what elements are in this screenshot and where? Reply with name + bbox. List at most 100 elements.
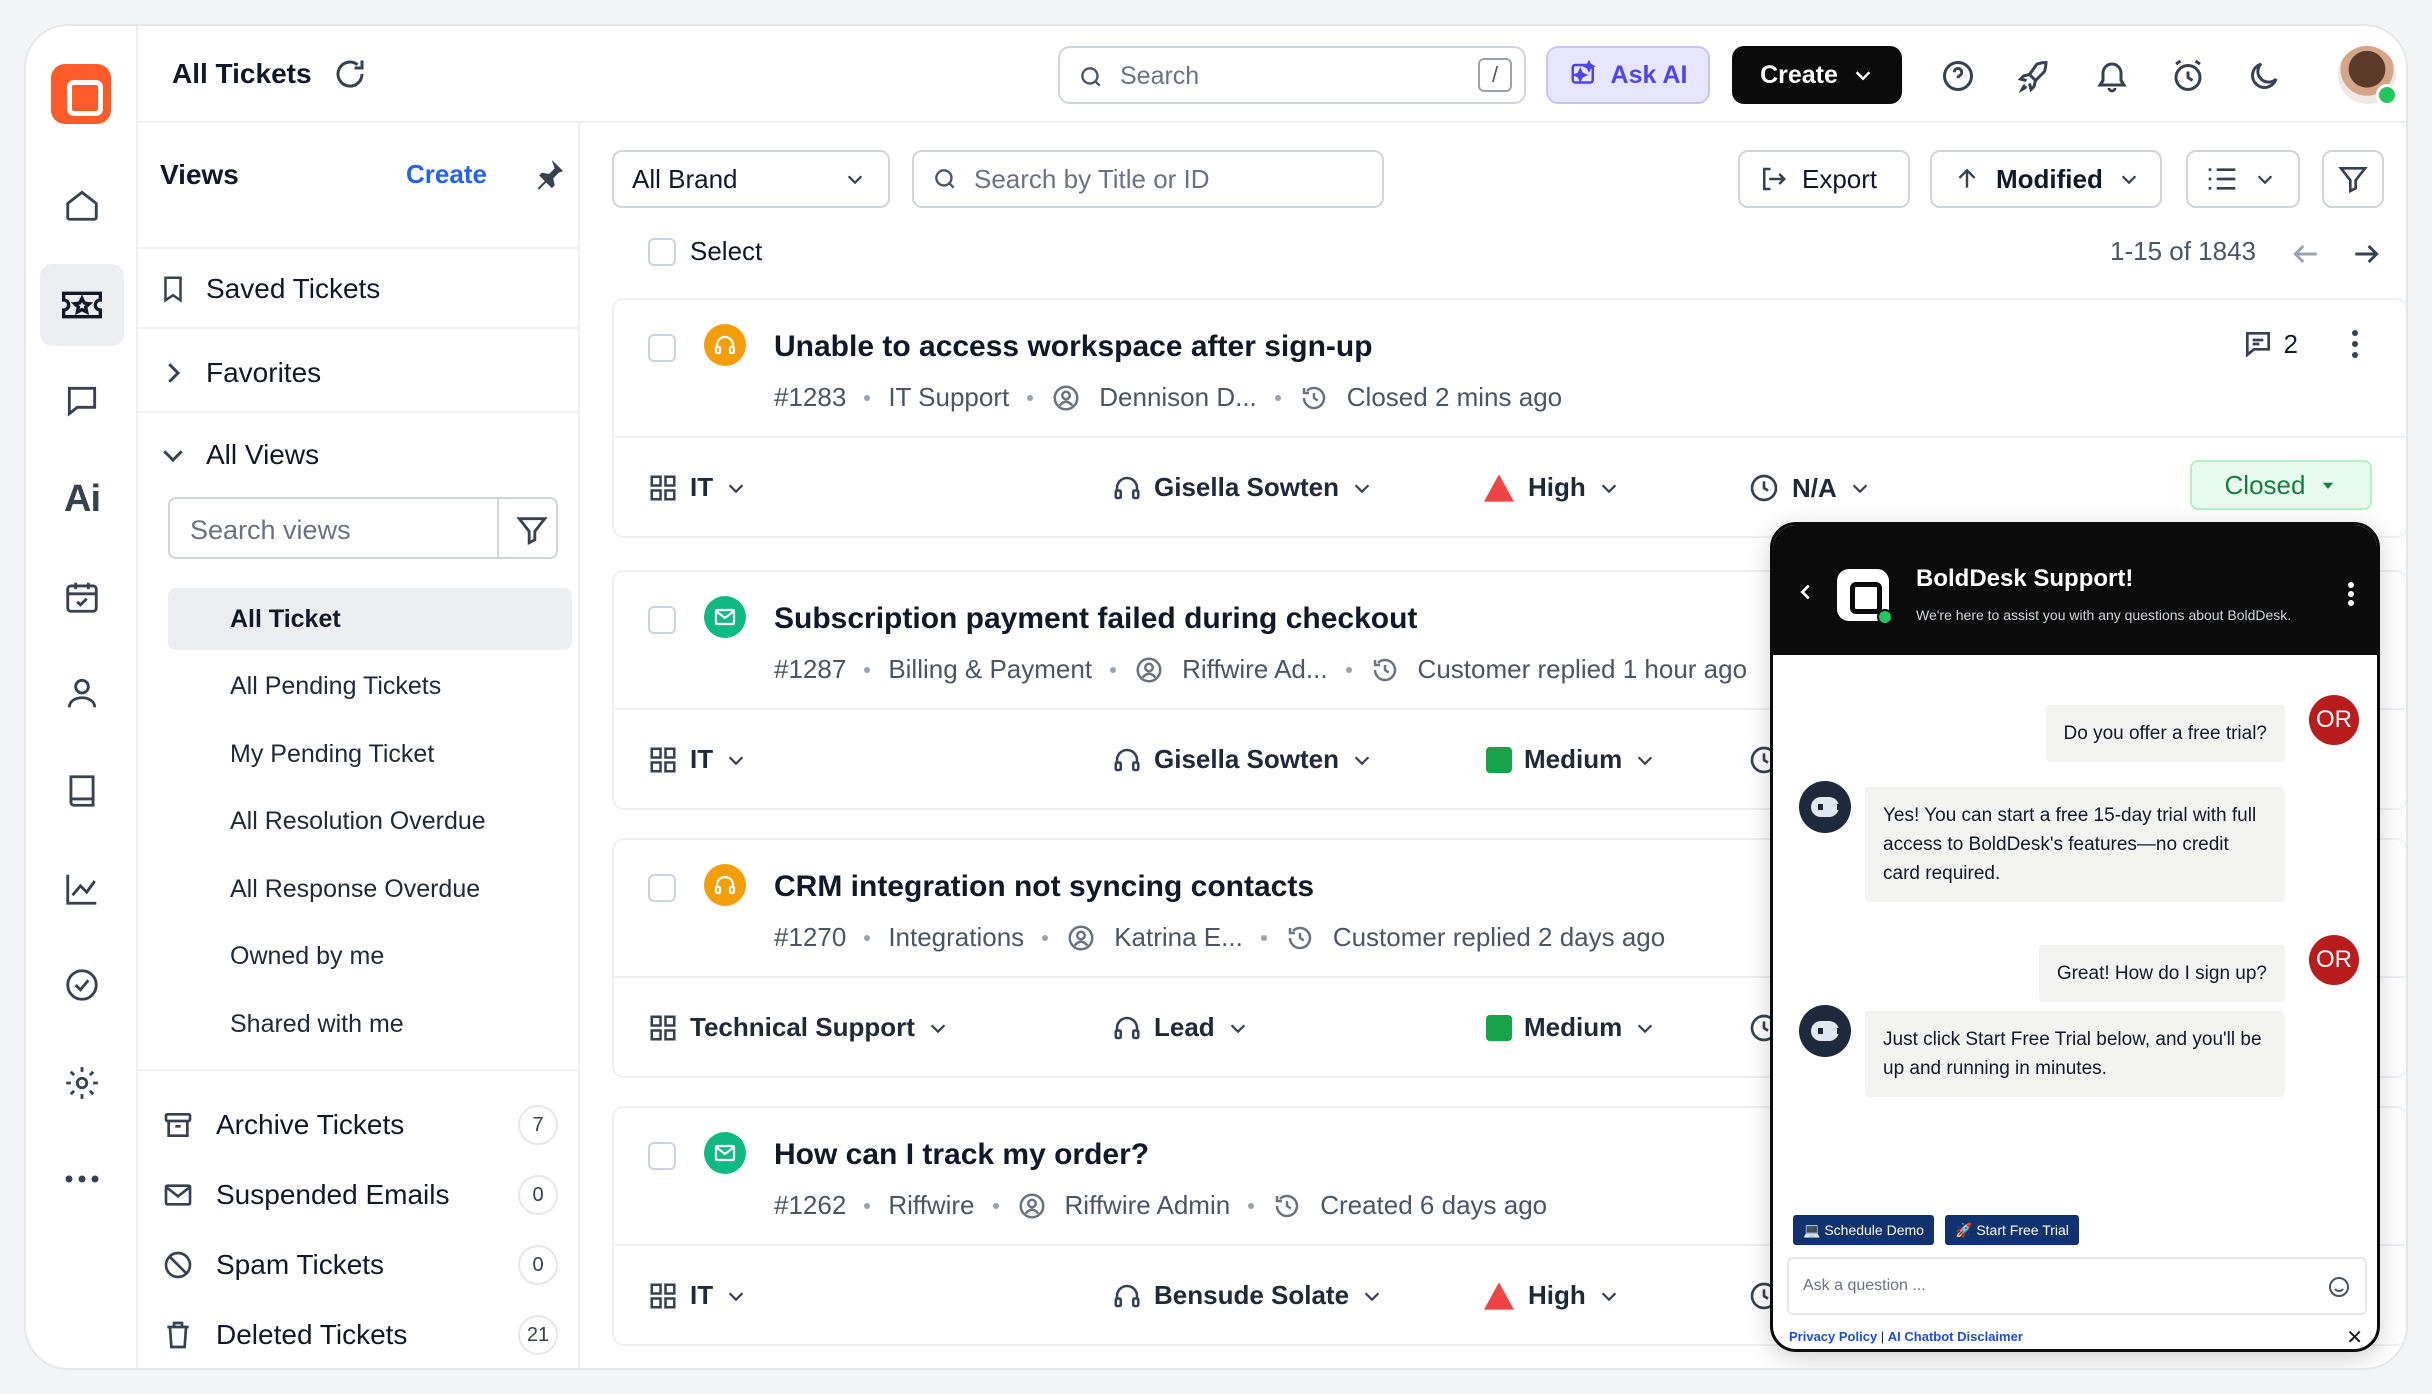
ticket-title[interactable]: Unable to access workspace after sign-up: [774, 330, 1373, 364]
app-window: Ai All Tickets Search / Ask AI Create Vi…: [24, 24, 2408, 1370]
view-item[interactable]: All Resolution Overdue: [168, 790, 572, 852]
ticket-title[interactable]: Subscription payment failed during check…: [774, 602, 1417, 636]
group-select[interactable]: IT: [648, 1280, 747, 1311]
check-circle-icon[interactable]: [40, 944, 124, 1026]
bolddesk-logo[interactable]: [51, 64, 111, 124]
ticket-checkbox[interactable]: [648, 606, 676, 634]
ticket-title[interactable]: How can I track my order?: [774, 1138, 1149, 1172]
select-all-checkbox[interactable]: [648, 238, 676, 266]
prev-page-icon[interactable]: [2290, 238, 2322, 270]
count-badge: 0: [518, 1175, 558, 1215]
view-item[interactable]: Owned by me: [168, 925, 572, 987]
group-select[interactable]: Technical Support: [648, 1012, 949, 1043]
view-item[interactable]: All Ticket: [168, 588, 572, 650]
agent-select[interactable]: Lead: [1112, 1012, 1249, 1043]
group-select[interactable]: IT: [648, 472, 747, 503]
agent-select[interactable]: Gisella Sowten: [1112, 744, 1373, 775]
ticket-contact[interactable]: Riffwire Admin: [1065, 1190, 1231, 1221]
suspended-emails-item[interactable]: Suspended Emails 0: [162, 1173, 558, 1217]
dark-mode-moon-icon[interactable]: [2246, 58, 2282, 94]
contacts-icon[interactable]: [40, 652, 124, 734]
priority-high-icon: [1484, 473, 1514, 502]
group-select[interactable]: IT: [648, 744, 747, 775]
chat-icon[interactable]: [40, 360, 124, 442]
view-item[interactable]: All Pending Tickets: [168, 655, 572, 717]
settings-gear-icon[interactable]: [40, 1042, 124, 1124]
back-chevron-icon[interactable]: [1795, 581, 1817, 603]
privacy-policy-link[interactable]: Privacy Policy: [1789, 1329, 1877, 1344]
more-icon[interactable]: [40, 1138, 124, 1220]
ticket-contact[interactable]: Riffwire Ad...: [1182, 654, 1327, 685]
agent-select[interactable]: Gisella Sowten: [1112, 472, 1373, 503]
suspended-emails-label: Suspended Emails: [216, 1179, 450, 1210]
create-button[interactable]: Create: [1732, 46, 1902, 104]
agent-select[interactable]: Bensude Solate: [1112, 1280, 1383, 1311]
view-item[interactable]: Shared with me: [168, 993, 572, 1055]
search-views-input[interactable]: Search views: [168, 497, 558, 559]
deleted-tickets-item[interactable]: Deleted Tickets 21: [162, 1313, 558, 1357]
comment-count[interactable]: 2: [2242, 328, 2298, 360]
chevron-down-icon: [1852, 484, 1867, 494]
sort-select[interactable]: Modified: [1930, 150, 2162, 208]
knowledge-base-icon[interactable]: [40, 750, 124, 832]
search-views-placeholder: Search views: [190, 515, 351, 545]
ticket-activity: Customer replied 1 hour ago: [1417, 654, 1748, 684]
ticket-id: #1287: [774, 654, 847, 684]
more-vertical-icon[interactable]: [2350, 328, 2360, 360]
refresh-icon[interactable]: [332, 56, 368, 92]
help-icon[interactable]: [1940, 58, 1976, 94]
priority-select[interactable]: Medium: [1486, 1012, 1656, 1043]
all-views-item[interactable]: All Views: [158, 439, 319, 471]
ticket-title[interactable]: CRM integration not syncing contacts: [774, 870, 1314, 904]
ticket-card[interactable]: Unable to access workspace after sign-up…: [612, 298, 2406, 538]
sla-select[interactable]: N/A: [1748, 472, 1871, 504]
global-search-input[interactable]: Search /: [1058, 46, 1526, 104]
brand-select[interactable]: All Brand: [612, 150, 890, 208]
create-view-link[interactable]: Create: [406, 159, 487, 190]
schedule-demo-button[interactable]: 💻 Schedule Demo: [1793, 1215, 1934, 1245]
priority-select[interactable]: High: [1482, 472, 1620, 503]
tickets-icon[interactable]: [40, 264, 124, 346]
user-message: Great! How do I sign up?: [2038, 945, 2285, 1002]
priority-select[interactable]: Medium: [1486, 744, 1656, 775]
ask-ai-button[interactable]: Ask AI: [1546, 46, 1710, 104]
ticket-search-placeholder: Search by Title or ID: [974, 163, 1210, 194]
saved-tickets-item[interactable]: Saved Tickets: [158, 273, 380, 305]
chevron-down-icon: [2121, 175, 2137, 185]
ticket-checkbox[interactable]: [648, 1142, 676, 1170]
bell-icon[interactable]: [2094, 58, 2130, 94]
start-free-trial-button[interactable]: 🚀 Start Free Trial: [1945, 1215, 2079, 1245]
chat-input[interactable]: Ask a question ...: [1787, 1257, 2367, 1315]
alarm-clock-icon[interactable]: [2170, 58, 2206, 94]
view-item[interactable]: My Pending Ticket: [168, 723, 572, 785]
ticket-contact[interactable]: Dennison D...: [1099, 382, 1257, 413]
ticket-checkbox[interactable]: [648, 334, 676, 362]
divider: [138, 411, 578, 413]
ticket-fields: IT Gisella Sowten High N/A Closed: [614, 438, 2406, 534]
emoji-icon[interactable]: [2327, 1275, 2351, 1299]
reports-icon[interactable]: [40, 848, 124, 930]
ai-icon[interactable]: Ai: [40, 458, 124, 540]
ticket-search-input[interactable]: Search by Title or ID: [912, 150, 1384, 208]
next-page-icon[interactable]: [2350, 238, 2382, 270]
export-button[interactable]: Export: [1738, 150, 1910, 208]
archive-tickets-item[interactable]: Archive Tickets 7: [162, 1103, 558, 1147]
ticket-contact[interactable]: Katrina E...: [1114, 922, 1243, 953]
favorites-item[interactable]: Favorites: [158, 357, 321, 389]
filter-button[interactable]: [2322, 150, 2384, 208]
ai-disclaimer-link[interactable]: AI Chatbot Disclaimer: [1888, 1329, 2023, 1344]
view-item[interactable]: All Response Overdue: [168, 858, 572, 920]
layout-toggle[interactable]: [2186, 150, 2300, 208]
more-vertical-icon[interactable]: [2347, 581, 2355, 607]
ticket-checkbox[interactable]: [648, 874, 676, 902]
pin-icon[interactable]: [532, 157, 566, 191]
spam-tickets-item[interactable]: Spam Tickets 0: [162, 1243, 558, 1287]
tasks-icon[interactable]: [40, 556, 124, 638]
home-icon[interactable]: [40, 164, 124, 246]
priority-select[interactable]: High: [1482, 1280, 1620, 1311]
status-select[interactable]: Closed: [2190, 460, 2372, 510]
close-icon[interactable]: ✕: [2346, 1325, 2363, 1349]
rocket-icon[interactable]: [2016, 58, 2052, 94]
filter-icon[interactable]: [515, 513, 549, 547]
user-avatar[interactable]: [2338, 46, 2398, 106]
